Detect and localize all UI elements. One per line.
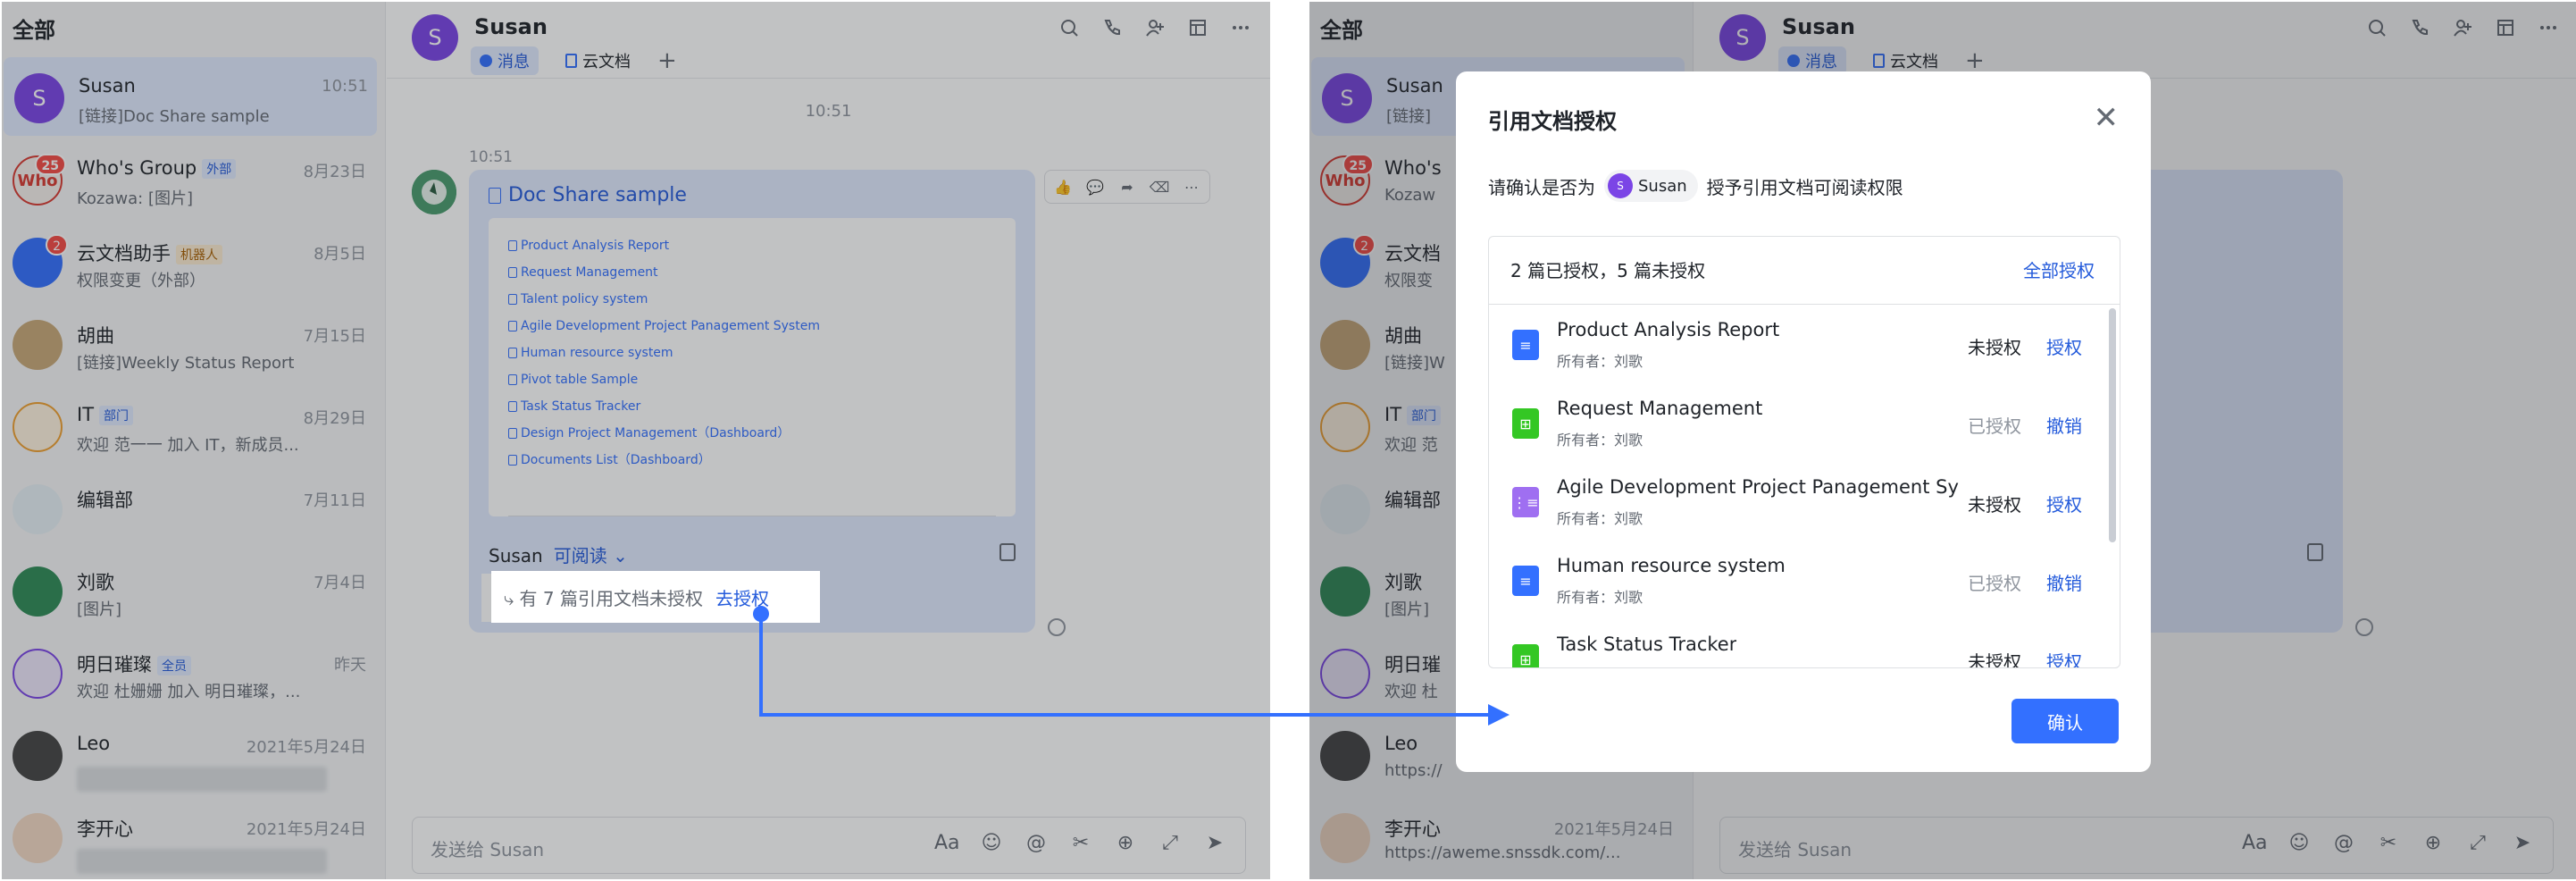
arrow-line [759, 614, 1490, 717]
arrow-head [1488, 704, 1510, 726]
flow-arrow [753, 606, 1510, 726]
